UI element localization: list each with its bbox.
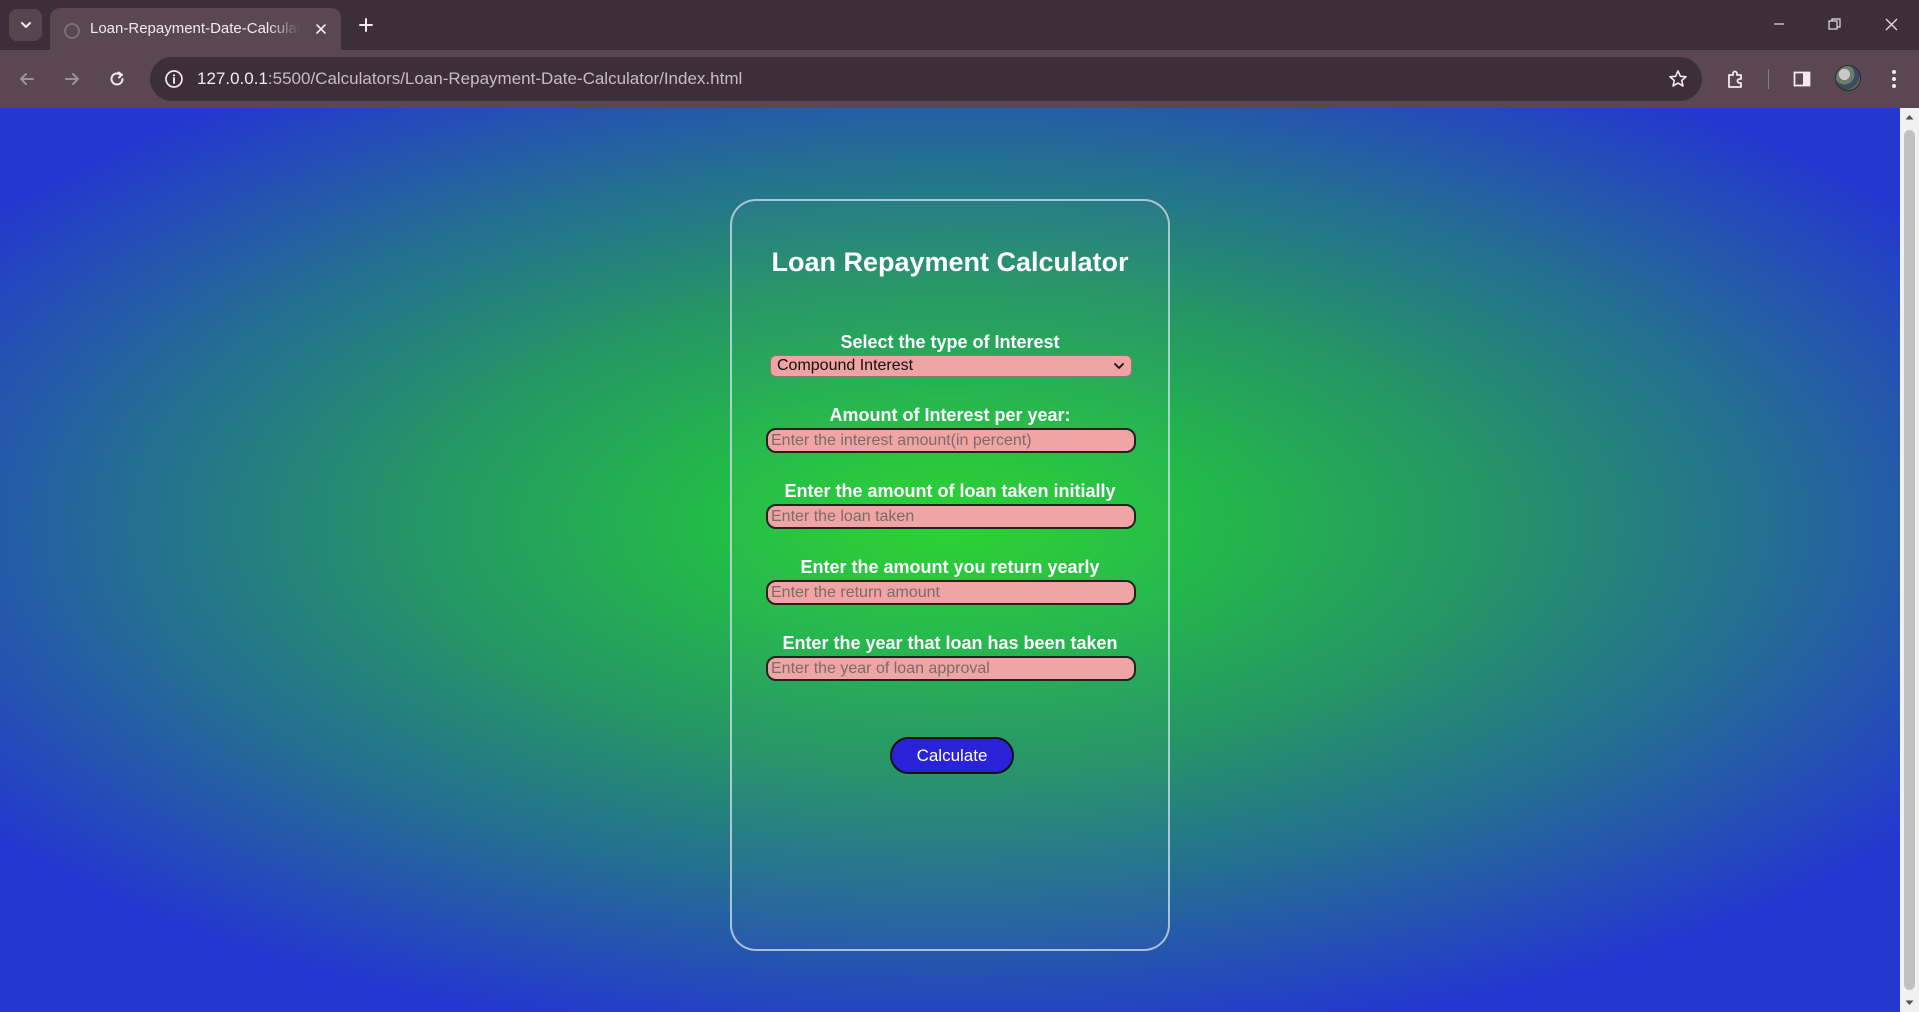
- restore-icon: [1827, 17, 1841, 30]
- loan-amount-input[interactable]: [766, 504, 1136, 529]
- interest-type-label: Select the type of Interest: [840, 332, 1060, 352]
- toolbar-separator: [1768, 69, 1769, 89]
- interest-rate-label: Amount of Interest per year:: [829, 405, 1071, 425]
- browser-toolbar: 127.0.0.1:5500/Calculators/Loan-Repaymen…: [0, 50, 1919, 108]
- yearly-return-input[interactable]: [766, 580, 1136, 605]
- bookmark-button[interactable]: [1666, 67, 1690, 91]
- reload-icon: [110, 71, 124, 86]
- calculator-card: Loan Repayment Calculator Select the typ…: [730, 199, 1170, 951]
- star-icon: [1669, 70, 1687, 87]
- restore-button[interactable]: [1806, 0, 1862, 48]
- browser-tab-strip: Loan-Repayment-Date-Calculator: [0, 0, 1919, 50]
- forward-button[interactable]: [54, 61, 90, 97]
- arrow-left-icon: [20, 73, 34, 85]
- close-window-button[interactable]: [1863, 0, 1919, 48]
- globe-icon: [64, 23, 80, 39]
- address-bar[interactable]: 127.0.0.1:5500/Calculators/Loan-Repaymen…: [150, 57, 1702, 101]
- interest-type-select[interactable]: Compound Interest: [770, 355, 1132, 377]
- browser-menu-button[interactable]: [1876, 61, 1912, 97]
- yearly-return-label: Enter the amount you return yearly: [800, 557, 1100, 577]
- minimize-icon: [1774, 23, 1784, 25]
- side-panel-button[interactable]: [1784, 61, 1820, 97]
- page-viewport: Loan Repayment Calculator Select the typ…: [0, 108, 1900, 1012]
- minimize-button[interactable]: [1751, 0, 1807, 48]
- scroll-thumb[interactable]: [1904, 130, 1915, 990]
- back-button[interactable]: [9, 61, 45, 97]
- tab-close-button[interactable]: [311, 19, 331, 39]
- scroll-up-icon[interactable]: [1904, 112, 1915, 122]
- puzzle-icon: [1728, 70, 1742, 88]
- interest-rate-input[interactable]: [766, 428, 1136, 453]
- profile-avatar[interactable]: [1835, 65, 1861, 91]
- loan-year-label: Enter the year that loan has been taken: [782, 633, 1118, 653]
- extensions-button[interactable]: [1718, 61, 1754, 97]
- tab-search-button[interactable]: [9, 9, 42, 41]
- chevron-down-icon: [1114, 363, 1124, 369]
- arrow-right-icon: [65, 73, 79, 85]
- browser-tab-active[interactable]: Loan-Repayment-Date-Calculator: [50, 8, 341, 50]
- chevron-down-icon: [20, 22, 31, 28]
- page-scrollbar[interactable]: [1900, 108, 1919, 1012]
- url-text: 127.0.0.1:5500/Calculators/Loan-Repaymen…: [197, 69, 742, 89]
- reload-button[interactable]: [99, 61, 135, 97]
- close-icon: [1885, 18, 1897, 30]
- page-title: Loan Repayment Calculator: [771, 247, 1129, 277]
- new-tab-button[interactable]: [352, 11, 380, 39]
- scroll-down-icon[interactable]: [1904, 998, 1915, 1008]
- loan-year-input[interactable]: [766, 656, 1136, 681]
- url-path: :5500/Calculators/Loan-Repayment-Date-Ca…: [267, 69, 743, 88]
- calculate-button[interactable]: Calculate: [890, 737, 1014, 774]
- tab-title: Loan-Repayment-Date-Calculator: [90, 20, 300, 37]
- loan-amount-label: Enter the amount of loan taken initially: [784, 481, 1116, 501]
- close-icon: [316, 24, 326, 34]
- site-info-icon[interactable]: [160, 65, 188, 93]
- interest-type-selected: Compound Interest: [777, 357, 914, 374]
- plus-icon: [359, 18, 373, 32]
- side-panel-icon: [1793, 71, 1811, 87]
- url-host: 127.0.0.1: [197, 69, 268, 88]
- more-vertical-icon: [1892, 70, 1896, 88]
- info-icon: [165, 70, 183, 88]
